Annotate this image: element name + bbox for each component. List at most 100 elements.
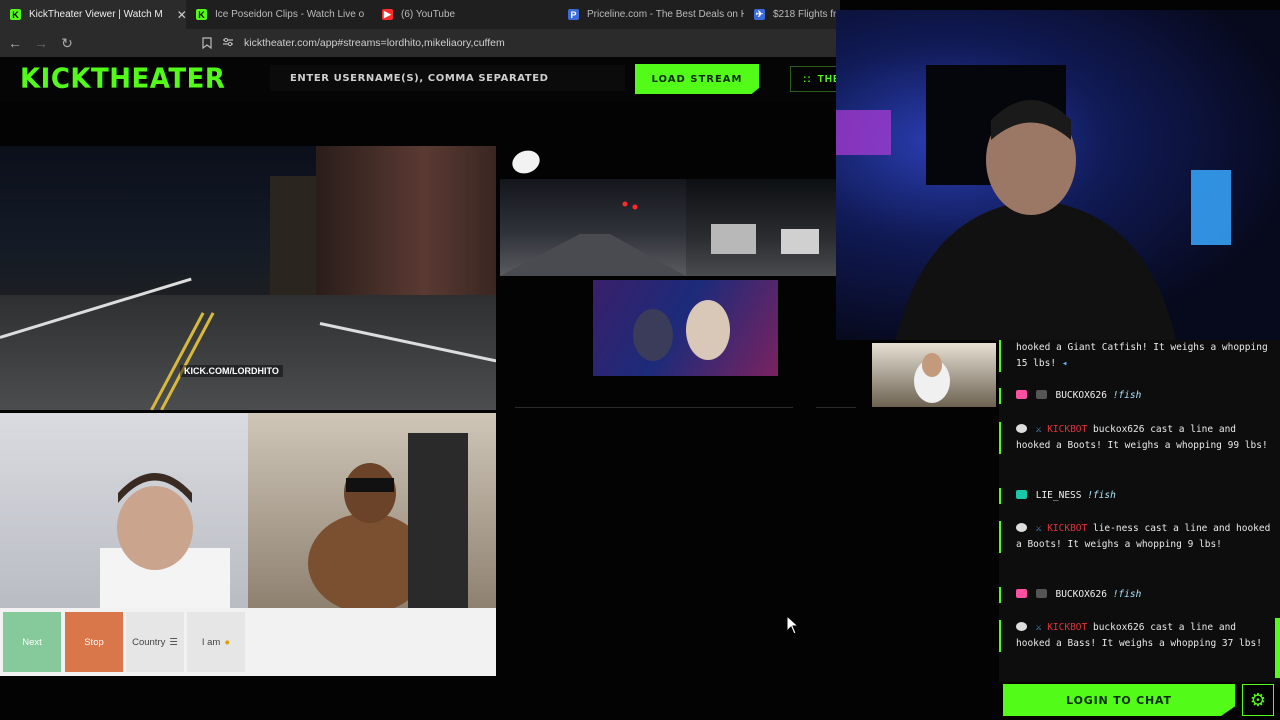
sword-icon: ⚔ xyxy=(1035,622,1042,633)
tab-ice-poseidon[interactable]: K Ice Poseidon Clips - Watch Live o xyxy=(186,0,372,29)
theater-mode-button[interactable]: :: THE xyxy=(790,66,840,92)
face-icon: ● xyxy=(224,636,231,648)
chat-username[interactable]: BUCKOX626 xyxy=(1055,589,1106,600)
back-icon[interactable]: ← xyxy=(4,32,26,54)
kick-icon: K xyxy=(196,9,207,20)
bot-username[interactable]: KICKBOT xyxy=(1047,622,1087,633)
url-field[interactable]: kicktheater.com/app#streams=lordhito,mik… xyxy=(222,29,505,57)
login-to-chat-button[interactable]: LOGIN TO CHAT xyxy=(1003,684,1235,716)
stream-webcam-left[interactable] xyxy=(0,413,248,608)
load-stream-button[interactable]: LOAD STREAM xyxy=(635,64,759,94)
message-text: cast a line xyxy=(1150,622,1214,633)
plane-icon: ✈ xyxy=(754,9,765,20)
kick-icon: K xyxy=(10,9,21,20)
sword-icon: ⚔ xyxy=(1035,523,1042,534)
tab-title: $218 Flights fro xyxy=(773,9,840,20)
stream-pip[interactable] xyxy=(872,343,996,407)
chat-username[interactable]: BUCKOX626 xyxy=(1055,390,1106,401)
chat-message: LIE_NESS !fish xyxy=(999,488,1272,504)
chat-message: BUCKOX626 !fish xyxy=(999,587,1272,603)
info-icon xyxy=(1016,622,1027,631)
chat-message: ⚔ KICKBOT lie-ness cast a line and hooke… xyxy=(999,521,1272,553)
message-text: hooked a Giant Catfish! It weighs a whop… xyxy=(1016,342,1268,369)
message-text: !fish xyxy=(1112,589,1142,600)
message-text: !fish xyxy=(1112,390,1142,401)
streamer-figure xyxy=(100,473,230,608)
reload-icon[interactable]: ↻ xyxy=(56,32,78,54)
stop-button[interactable]: Stop xyxy=(65,612,123,672)
video-scene xyxy=(711,224,819,254)
country-button[interactable]: Country ☰ xyxy=(126,612,184,672)
message-text: !fish xyxy=(1087,490,1116,501)
divider xyxy=(816,407,856,408)
bot-username[interactable]: KICKBOT xyxy=(1047,424,1087,435)
message-user: buckox626 xyxy=(1092,424,1145,435)
tab-flights[interactable]: ✈ $218 Flights fro xyxy=(744,0,840,29)
info-icon xyxy=(1016,523,1027,532)
kick-url-overlay: KICK.COM/LORDHITO xyxy=(180,365,283,377)
chat-message: BUCKOX626 !fish xyxy=(999,388,1272,404)
message-text: cast a line xyxy=(1144,523,1208,534)
tab-priceline[interactable]: P Priceline.com - The Best Deals on Ho xyxy=(558,0,744,29)
tab-title: Priceline.com - The Best Deals on Ho xyxy=(587,9,744,20)
country-label: Country xyxy=(132,636,166,648)
stream-lordhito[interactable]: KICK.COM/LORDHITO xyxy=(0,146,496,410)
bot-username[interactable]: KICKBOT xyxy=(1047,523,1087,534)
stream-mikeliaory[interactable] xyxy=(500,179,686,276)
divider xyxy=(515,407,793,408)
info-icon xyxy=(1016,424,1027,433)
browser-tabbar: K KickTheater Viewer | Watch M ✕ K Ice P… xyxy=(0,0,840,29)
chat-controls: Next Stop Country ☰ I am ● xyxy=(0,608,496,676)
gear-icon[interactable]: ⚙ xyxy=(1242,684,1274,716)
message-user: lie-ness xyxy=(1092,523,1139,534)
youtube-icon: ▶ xyxy=(382,9,393,20)
app-header: KICKTHEATER LOAD STREAM :: THE xyxy=(0,57,840,102)
stream-webcam-right[interactable] xyxy=(248,413,496,608)
chat-message: ⚔ KICKBOT buckox626 cast a line and hook… xyxy=(999,620,1272,652)
priceline-icon: P xyxy=(568,9,579,20)
avatar-icon xyxy=(1035,589,1047,598)
site-info-icon[interactable] xyxy=(222,37,234,50)
grid-icon: :: xyxy=(803,73,812,85)
url-text: kicktheater.com/app#streams=lordhito,mik… xyxy=(244,37,505,49)
tab-youtube[interactable]: ▶ (6) YouTube xyxy=(372,0,558,29)
stream-cuffem[interactable] xyxy=(686,179,836,276)
forward-icon[interactable]: → xyxy=(30,32,52,54)
tab-title: (6) YouTube xyxy=(401,9,456,20)
badge-icon xyxy=(1016,589,1027,598)
video-scene xyxy=(500,201,686,276)
iam-button[interactable]: I am ● xyxy=(187,612,245,672)
iam-label: I am xyxy=(201,636,221,648)
chat-scrollbar[interactable] xyxy=(1275,618,1280,678)
tab-kicktheater[interactable]: K KickTheater Viewer | Watch M ✕ xyxy=(0,0,186,29)
chat-message: hooked a Giant Catfish! It weighs a whop… xyxy=(999,340,1272,372)
stream-webcam-main[interactable] xyxy=(836,10,1280,340)
username-input[interactable] xyxy=(270,65,625,91)
video-scene xyxy=(633,300,730,361)
message-text: cast a line xyxy=(1150,424,1214,435)
tab-title: Ice Poseidon Clips - Watch Live o xyxy=(215,9,365,20)
video-scene xyxy=(914,353,950,403)
screen: K KickTheater Viewer | Watch M ✕ K Ice P… xyxy=(0,0,1280,720)
bookmark-icon[interactable] xyxy=(196,32,218,54)
badge-icon xyxy=(1016,390,1027,399)
message-user: buckox626 xyxy=(1092,622,1145,633)
stream-club[interactable] xyxy=(593,280,778,376)
badge-icon xyxy=(1016,490,1027,499)
next-button[interactable]: Next xyxy=(3,612,61,672)
mouse-cursor-icon xyxy=(786,615,800,635)
sword-icon: ⚔ xyxy=(1035,424,1042,435)
kicktheater-logo[interactable]: KICKTHEATER xyxy=(20,63,225,95)
address-bar: ← → ↻ kicktheater.com/app#streams=lordhi… xyxy=(0,29,840,57)
chat-panel: hooked a Giant Catfish! It weighs a whop… xyxy=(999,340,1280,682)
close-icon[interactable]: ✕ xyxy=(177,8,186,22)
sticker-image xyxy=(509,146,543,178)
fish-icon: ◂ xyxy=(1061,358,1068,369)
chat-username[interactable]: LIE_NESS xyxy=(1036,490,1082,501)
streamer-figure xyxy=(308,433,468,608)
tab-title: KickTheater Viewer | Watch M xyxy=(29,9,163,20)
video-scene xyxy=(836,65,1231,340)
video-scene xyxy=(316,146,496,306)
chat-message: ⚔ KICKBOT buckox626 cast a line and hook… xyxy=(999,422,1272,454)
avatar-icon xyxy=(1035,390,1047,399)
